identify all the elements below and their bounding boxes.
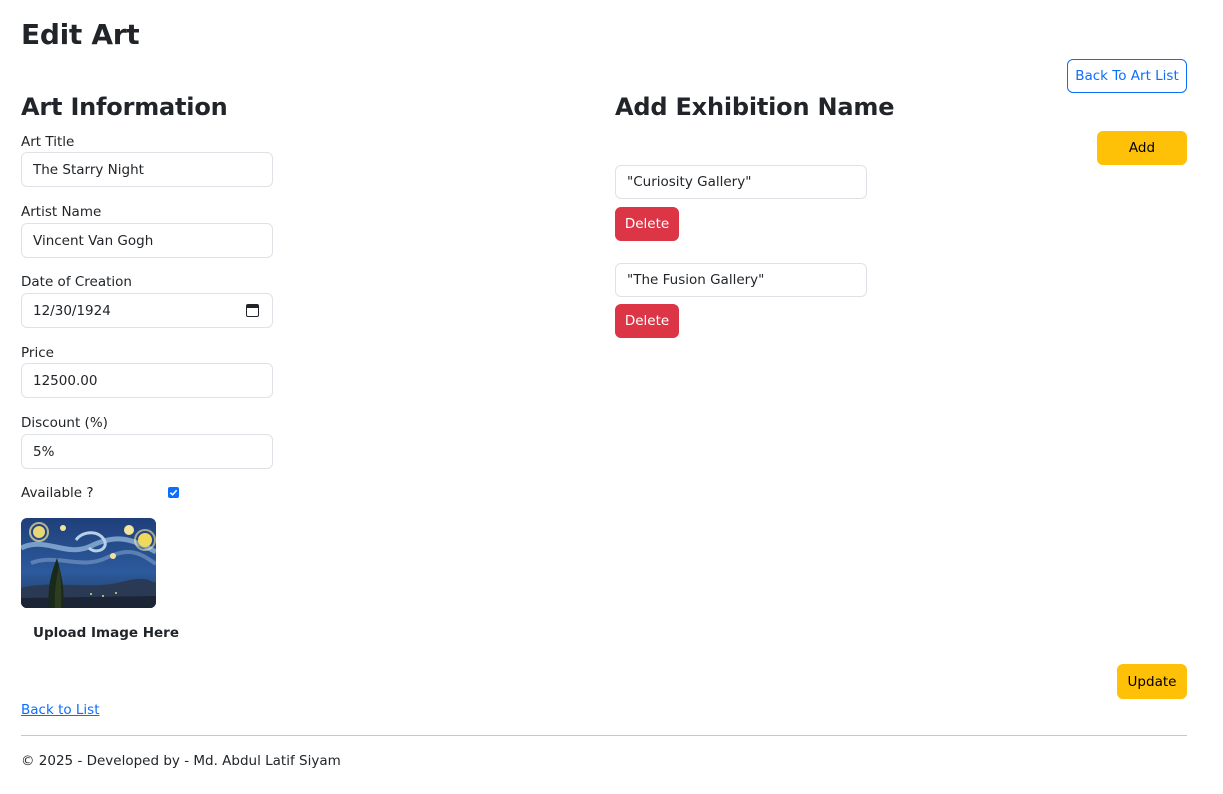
- art-information-heading: Art Information: [21, 93, 228, 121]
- page-title: Edit Art: [21, 18, 140, 51]
- discount-label: Discount (%): [21, 415, 108, 431]
- artist-name-input[interactable]: Vincent Van Gogh: [21, 223, 273, 258]
- back-to-art-list-button[interactable]: Back To Art List: [1067, 59, 1187, 93]
- artwork-image: [21, 518, 156, 608]
- price-input[interactable]: 12500.00: [21, 363, 273, 398]
- delete-exhibition-button[interactable]: Delete: [615, 304, 679, 338]
- back-to-list-link[interactable]: Back to List: [21, 702, 100, 718]
- upload-image-label[interactable]: Upload Image Here: [33, 625, 179, 641]
- add-exhibition-button[interactable]: Add: [1097, 131, 1187, 165]
- art-title-input[interactable]: The Starry Night: [21, 152, 273, 187]
- price-label: Price: [21, 345, 54, 361]
- footer-divider: [21, 735, 1187, 736]
- exhibition-name-input[interactable]: "The Fusion Gallery": [615, 263, 867, 297]
- update-button[interactable]: Update: [1117, 664, 1187, 699]
- footer-text: © 2025 - Developed by - Md. Abdul Latif …: [21, 753, 341, 769]
- date-value: 12/30/1924: [33, 302, 111, 319]
- discount-input[interactable]: 5%: [21, 434, 273, 469]
- artist-name-label: Artist Name: [21, 204, 102, 220]
- checkmark-icon: [169, 489, 178, 496]
- date-of-creation-input[interactable]: 12/30/1924: [21, 293, 273, 328]
- delete-exhibition-button[interactable]: Delete: [615, 207, 679, 241]
- available-checkbox[interactable]: [168, 487, 179, 498]
- calendar-icon[interactable]: [246, 304, 259, 317]
- available-label: Available ?: [21, 485, 94, 501]
- date-of-creation-label: Date of Creation: [21, 274, 132, 290]
- art-title-label: Art Title: [21, 134, 75, 150]
- add-exhibition-heading: Add Exhibition Name: [615, 93, 895, 121]
- exhibition-name-input[interactable]: "Curiosity Gallery": [615, 165, 867, 199]
